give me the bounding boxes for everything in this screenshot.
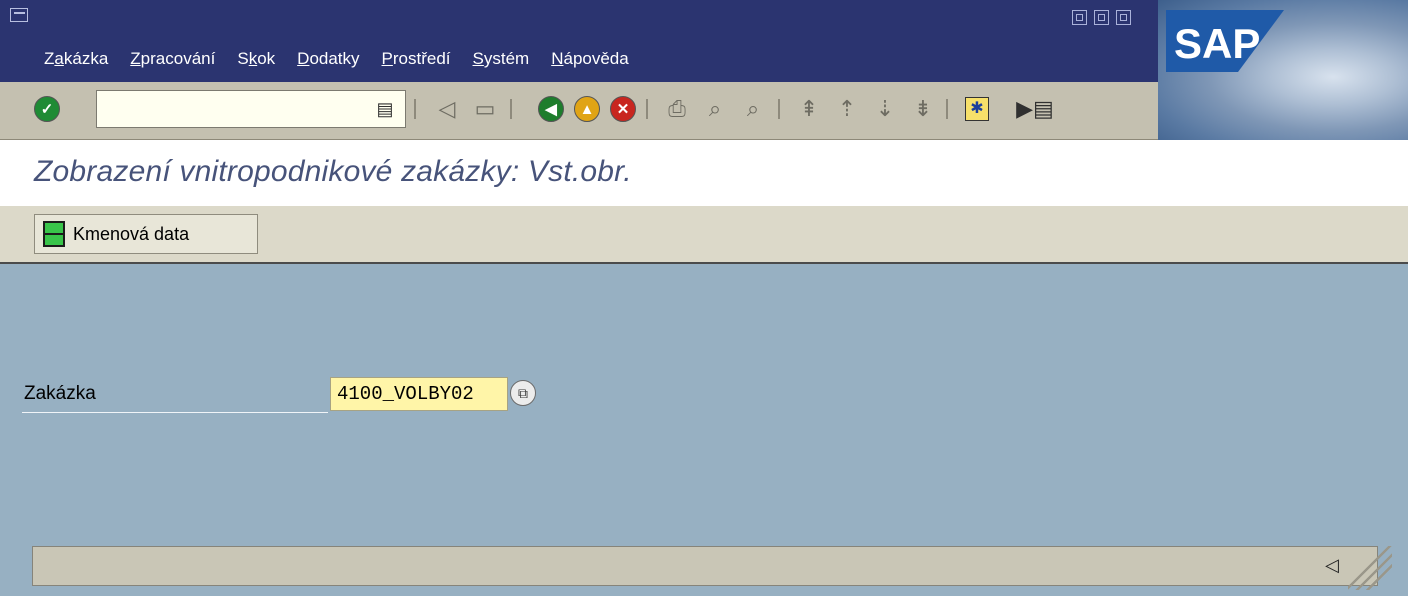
maximize-button[interactable] xyxy=(1094,10,1109,25)
sap-logo-text: SAP xyxy=(1174,20,1260,67)
previous-page-icon[interactable]: ⇡ xyxy=(832,94,862,124)
page-title: Zobrazení vnitropodnikové zakázky: Vst.o… xyxy=(34,155,632,188)
master-data-label: Kmenová data xyxy=(73,223,190,244)
green-back-icon[interactable]: ◀ xyxy=(536,94,566,124)
close-button[interactable] xyxy=(1116,10,1131,25)
enter-icon[interactable]: ✓ xyxy=(32,94,62,124)
exit-icon[interactable]: ▲ xyxy=(572,94,602,124)
label-underline xyxy=(22,412,328,413)
layout-menu-icon[interactable]: ▶▤ xyxy=(1016,94,1054,124)
print-icon[interactable]: ⎙ xyxy=(662,94,692,124)
toolbar-separator xyxy=(510,99,512,119)
menu-skok[interactable]: Skok xyxy=(237,49,275,69)
menu-dodatky[interactable]: Dodatky xyxy=(297,49,359,69)
menu-system[interactable]: Systém xyxy=(473,49,530,69)
save-icon[interactable]: ▭ xyxy=(470,94,500,124)
find-icon[interactable]: ⌕ xyxy=(700,94,730,124)
command-history-icon[interactable]: ▤ xyxy=(370,94,400,124)
toolbar-separator xyxy=(778,99,780,119)
first-page-icon[interactable]: ⇞ xyxy=(794,94,824,124)
resize-grip-icon[interactable] xyxy=(1348,546,1392,590)
status-bar xyxy=(32,546,1378,586)
system-menu-icon[interactable] xyxy=(10,8,28,22)
status-expand-icon[interactable]: ◁ xyxy=(1320,550,1344,580)
menu-zpracovani[interactable]: Zpracování xyxy=(130,49,215,69)
minimize-button[interactable] xyxy=(1072,10,1087,25)
menu-bar: Zakázka Zpracování Skok Dodatky Prostřed… xyxy=(44,44,651,74)
master-data-icon xyxy=(43,221,65,247)
toolbar-separator xyxy=(946,99,948,119)
master-data-button[interactable]: Kmenová data xyxy=(34,214,258,254)
find-next-icon[interactable]: ⌕ xyxy=(738,94,768,124)
menu-prostredi[interactable]: Prostředí xyxy=(382,49,451,69)
new-session-icon[interactable]: ✱ xyxy=(962,94,992,124)
last-page-icon[interactable]: ⇟ xyxy=(908,94,938,124)
command-field[interactable] xyxy=(96,90,406,128)
toolbar-separator xyxy=(414,99,416,119)
next-page-icon[interactable]: ⇣ xyxy=(870,94,900,124)
sap-logo: SAP xyxy=(1166,10,1284,72)
back-icon[interactable]: ◁ xyxy=(432,94,462,124)
value-help-icon[interactable]: ⧉ xyxy=(510,380,536,406)
cancel-icon[interactable]: ✕ xyxy=(608,94,638,124)
menu-zakazka[interactable]: Zakázka xyxy=(44,49,108,69)
toolbar-separator xyxy=(646,99,648,119)
order-input[interactable] xyxy=(330,377,508,411)
menu-napoveda[interactable]: Nápověda xyxy=(551,49,629,69)
order-label: Zakázka xyxy=(24,383,96,404)
